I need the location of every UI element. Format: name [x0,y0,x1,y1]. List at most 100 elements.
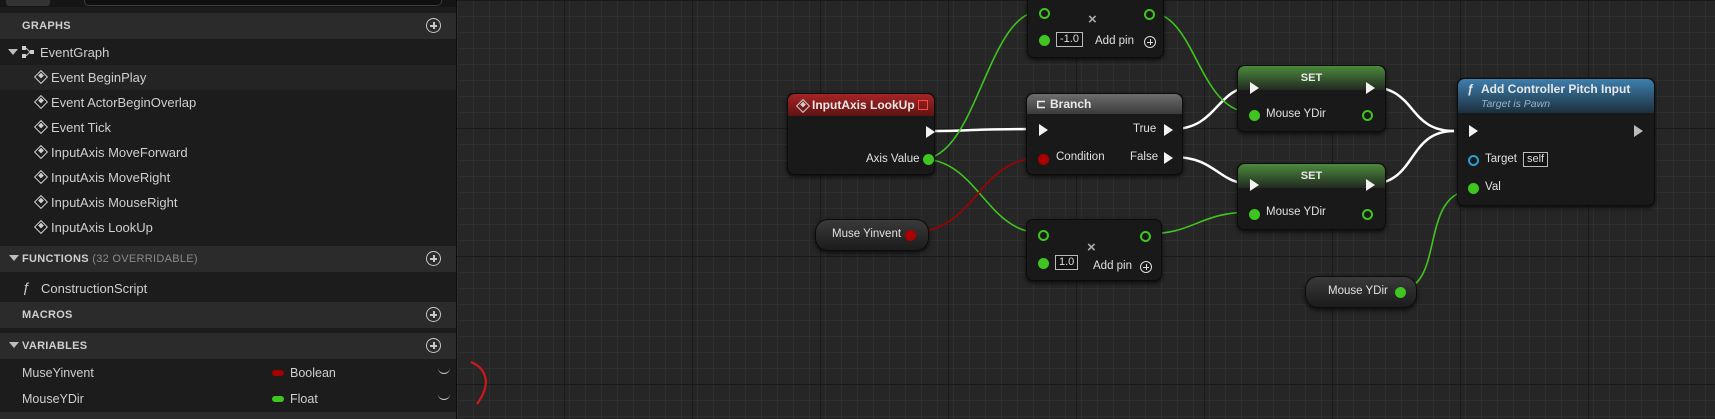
eye-closed-icon[interactable] [438,367,450,374]
section-variables-title: VARIABLES [22,340,88,352]
event-label: InputAxis MoveRight [51,170,171,185]
set-var-label: Mouse YDir [1266,108,1326,120]
variable-item[interactable]: MuseYinvent Boolean [0,360,456,386]
exec-out-pin[interactable] [1366,82,1375,94]
input-b-pin[interactable] [1038,258,1049,269]
float-wire [921,10,1042,160]
variable-type-pill [272,370,284,376]
section-graphs[interactable]: GRAPHS [0,13,456,39]
output-pin[interactable] [1140,231,1151,242]
node-add-controller-pitch-input[interactable]: ƒ Add Controller Pitch Input Target is P… [1457,78,1655,206]
annotation-mark [470,360,487,405]
input-a-pin[interactable] [1039,8,1050,19]
event-item[interactable]: InputAxis MoveRight [0,165,456,190]
section-functions-label: FUNCTIONS [22,253,89,265]
target-label: Target [1485,153,1517,165]
node-subtitle: Target is Pawn [1481,98,1551,110]
exec-in-pin[interactable] [1250,82,1259,94]
getter-label: Muse Yinvent [832,228,902,240]
condition-pin[interactable] [1038,154,1049,165]
event-label: InputAxis MoveForward [51,145,188,160]
false-exec-pin[interactable] [1164,152,1173,164]
add-new-button[interactable] [6,0,50,6]
chevron-down-icon[interactable] [9,255,19,261]
add-variable-icon[interactable] [426,338,441,353]
getter-label: Mouse YDir [1328,285,1388,297]
value-input[interactable]: -1.0 [1056,32,1083,47]
node-set-bottom[interactable]: SET Mouse YDir [1237,163,1386,230]
output-pin[interactable] [1144,9,1155,20]
node-set-top[interactable]: SET Mouse YDir [1237,65,1386,132]
input-b-pin[interactable] [1039,35,1050,46]
event-icon [33,169,49,185]
value-input[interactable]: 1.0 [1055,255,1079,270]
section-variables[interactable]: VARIABLES [0,333,456,359]
value-in-pin[interactable] [1249,209,1260,220]
eye-closed-icon[interactable] [438,393,450,400]
variable-name: MouseYDir [22,392,84,406]
event-label: InputAxis MouseRight [51,195,178,210]
input-a-pin[interactable] [1038,230,1049,241]
delegate-icon[interactable] [918,100,928,110]
true-exec-pin[interactable] [1164,124,1173,136]
chevron-down-icon[interactable] [9,342,19,348]
add-function-icon[interactable] [426,251,441,266]
node-branch[interactable]: ⊏ Branch True Condition False [1026,93,1183,175]
event-item[interactable]: InputAxis MoveForward [0,140,456,165]
add-graph-icon[interactable] [426,18,441,33]
add-macro-icon[interactable] [426,307,441,322]
exec-out-pin[interactable] [1366,179,1375,191]
exec-in-pin[interactable] [1039,124,1048,136]
exec-out-pin[interactable] [926,126,935,138]
event-item[interactable]: InputAxis MouseRight [0,190,456,215]
exec-wire [929,127,1041,133]
node-multiply-top[interactable]: × -1.0 Add pin [1027,0,1164,58]
event-item[interactable]: InputAxis LookUp [0,215,456,240]
search-input[interactable] [84,0,442,6]
chevron-down-icon[interactable] [8,49,18,55]
event-icon [33,144,49,160]
exec-out-pin[interactable] [1634,125,1643,137]
variable-item[interactable]: MouseYDir Float [0,386,456,412]
value-out-pin[interactable] [1362,110,1373,121]
node-get-museyinvent[interactable]: Muse Yinvent [815,219,929,251]
function-icon: ƒ [22,279,30,295]
tree-item-eventgraph[interactable]: EventGraph [0,40,456,65]
target-pin[interactable] [1468,155,1479,166]
true-label: True [1133,123,1157,135]
eventgraph-label: EventGraph [40,45,110,60]
node-get-mouseydir[interactable]: Mouse YDir [1305,276,1417,308]
add-pin-icon[interactable] [1144,36,1156,48]
exec-in-pin[interactable] [1250,179,1259,191]
sidebar-footer [0,412,456,419]
node-title: SET [1300,72,1323,84]
add-pin-icon[interactable] [1140,261,1152,273]
node-title: InputAxis LookUp [812,98,915,112]
event-item[interactable]: Event ActorBeginOverlap [0,90,456,115]
section-macros[interactable]: MACROS [0,302,456,328]
value-out-pin[interactable] [1362,209,1373,220]
event-item[interactable]: Event Tick [0,115,456,140]
event-item[interactable]: Event BeginPlay [0,65,456,90]
event-label: Event Tick [51,120,111,135]
target-value[interactable]: self [1523,152,1549,167]
function-item[interactable]: ƒ ConstructionScript [0,276,456,301]
section-functions[interactable]: FUNCTIONS (32 OVERRIDABLE) [0,246,456,272]
add-pin-label[interactable]: Add pin [1095,35,1134,47]
node-inputaxis-lookup[interactable]: InputAxis LookUp Axis Value [787,93,935,175]
float-out-pin[interactable] [1395,287,1406,298]
section-functions-title: FUNCTIONS (32 OVERRIDABLE) [22,253,198,265]
node-title: Branch [1050,97,1092,111]
val-pin[interactable] [1468,183,1479,194]
variable-type-pill [272,396,284,402]
value-in-pin[interactable] [1249,110,1260,121]
add-pin-label[interactable]: Add pin [1093,260,1132,272]
axis-value-pin[interactable] [923,154,934,165]
bool-out-pin[interactable] [905,230,916,241]
exec-in-pin[interactable] [1469,125,1478,137]
node-multiply-bottom[interactable]: × 1.0 Add pin [1026,219,1162,281]
variable-name: MuseYinvent [22,366,94,380]
function-label: ConstructionScript [41,281,148,296]
graph-editor[interactable]: InputAxis LookUp Axis Value ⊏ Branch Tru… [457,0,1715,419]
event-icon [33,219,49,235]
